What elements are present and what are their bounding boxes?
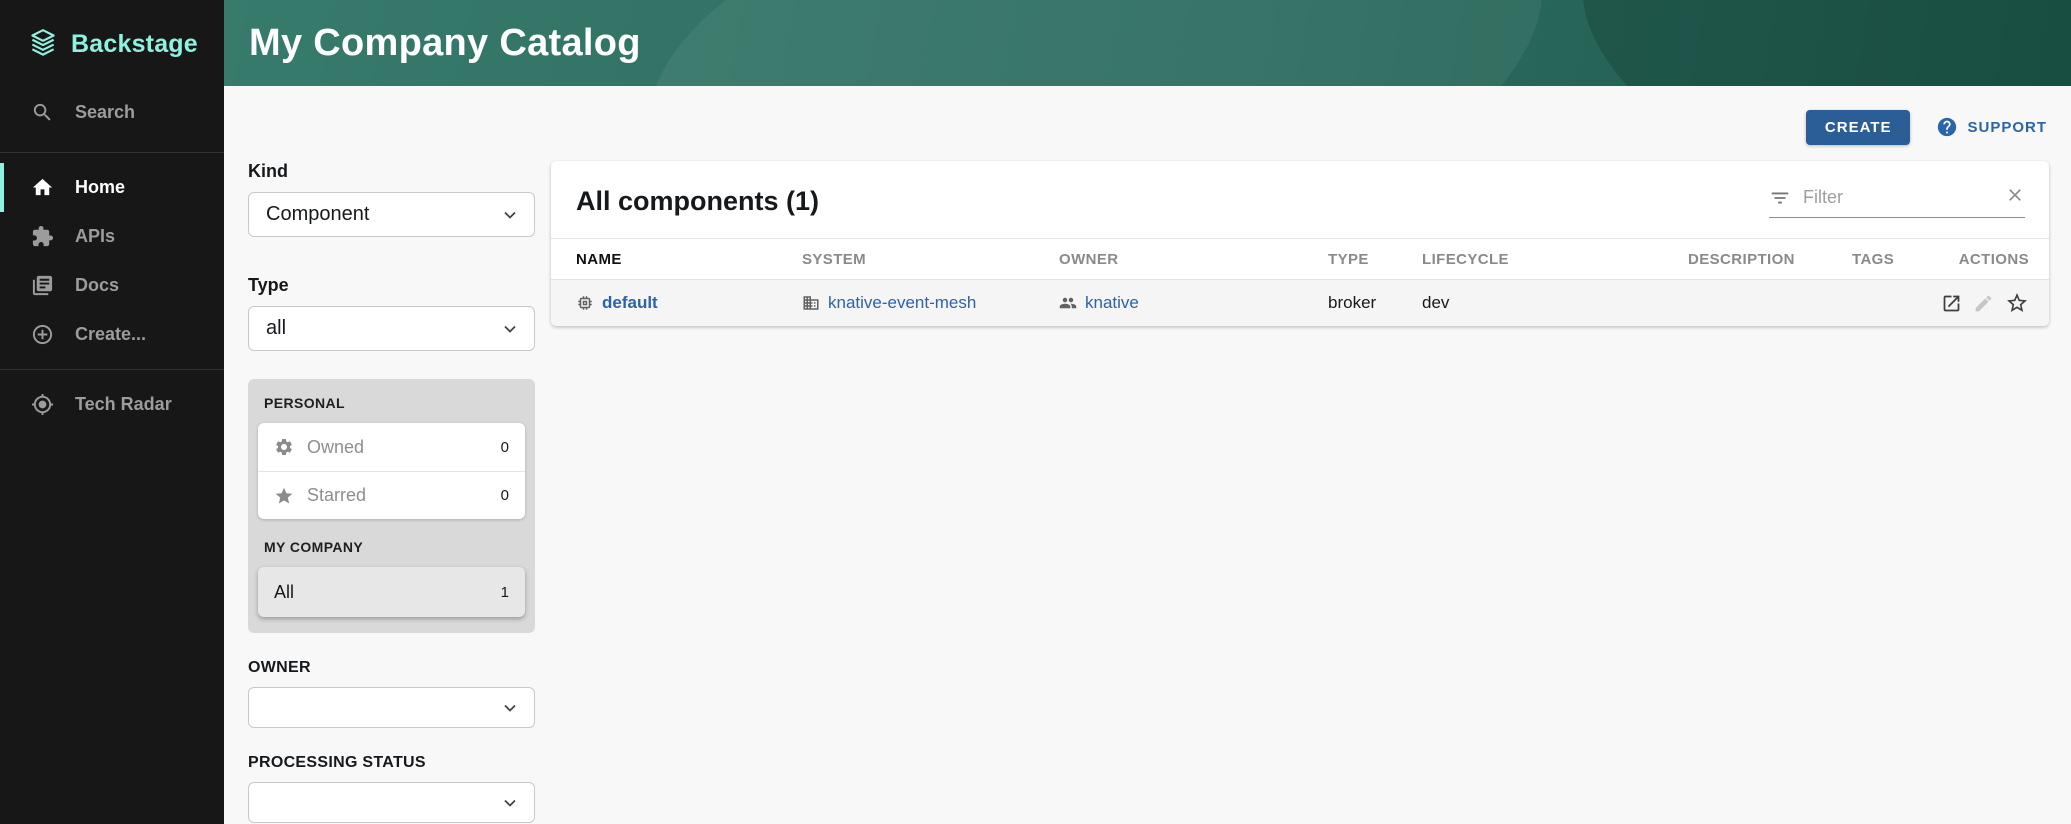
all-filter-item[interactable]: All 1 — [258, 567, 525, 617]
company-section-title: MY COMPANY — [264, 539, 519, 555]
owner-link[interactable]: knative — [1085, 293, 1139, 313]
toolbar: CREATE SUPPORT — [224, 86, 2071, 143]
sidebar-divider — [0, 152, 224, 153]
sidebar-item-tech-radar[interactable]: Tech Radar — [0, 380, 224, 429]
actions-cell — [1941, 291, 2049, 315]
sidebar-item-docs[interactable]: Docs — [0, 261, 224, 310]
kind-filter-label: Kind — [248, 161, 535, 182]
star-icon — [274, 486, 294, 506]
open-in-new-icon — [1941, 293, 1962, 314]
target-icon — [31, 393, 54, 416]
table-filter-field — [1769, 185, 2025, 218]
building-icon — [802, 294, 820, 312]
page-title: My Company Catalog — [224, 0, 2071, 86]
search-icon — [31, 101, 54, 124]
owner-select[interactable] — [248, 687, 535, 728]
star-button[interactable] — [2005, 291, 2029, 315]
backstage-logo-icon — [26, 27, 60, 61]
personal-picker-card: Owned 0 Starred 0 — [258, 423, 525, 519]
puzzle-icon — [31, 225, 54, 248]
sidebar-item-label: Home — [75, 177, 125, 198]
column-header-system[interactable]: SYSTEM — [802, 251, 1059, 268]
all-filter-count: 1 — [501, 584, 509, 601]
brand-name: Backstage — [71, 30, 198, 59]
sidebar-item-create[interactable]: Create... — [0, 310, 224, 359]
home-icon — [31, 176, 54, 199]
column-header-tags[interactable]: TAGS — [1852, 251, 1941, 268]
column-header-description[interactable]: DESCRIPTION — [1688, 251, 1852, 268]
starred-filter-item[interactable]: Starred 0 — [258, 471, 525, 519]
column-header-lifecycle[interactable]: LIFECYCLE — [1422, 251, 1688, 268]
sidebar-item-label: Docs — [75, 275, 119, 296]
type-select[interactable]: all — [248, 306, 535, 351]
page-header: My Company Catalog — [224, 0, 2071, 86]
close-icon — [2005, 185, 2025, 205]
create-button[interactable]: CREATE — [1806, 110, 1911, 145]
type-filter-label: Type — [248, 275, 535, 296]
table-column-headers: NAME SYSTEM OWNER TYPE LIFECYCLE DESCRIP… — [551, 238, 2049, 280]
sidebar-item-label: Search — [75, 102, 135, 123]
components-table-card: All components (1) NAME SYSTEM OWNER — [551, 161, 2049, 326]
owned-filter-item[interactable]: Owned 0 — [258, 423, 525, 471]
help-icon — [1936, 116, 1958, 138]
personal-section-title: PERSONAL — [264, 395, 519, 411]
clear-filter-button[interactable] — [2005, 185, 2025, 210]
column-header-owner[interactable]: OWNER — [1059, 251, 1328, 268]
sidebar-item-search[interactable]: Search — [0, 88, 224, 137]
owned-filter-label: Owned — [307, 437, 488, 458]
sidebar-item-label: APIs — [75, 226, 115, 247]
type-select-value: all — [266, 317, 286, 340]
starred-filter-count: 0 — [501, 487, 509, 504]
filter-list-icon — [1769, 187, 1791, 209]
table-row: default knative-event-mesh knative broke… — [551, 280, 2049, 326]
sidebar-divider — [0, 369, 224, 370]
star-outline-icon — [2005, 291, 2029, 315]
sidebar-item-home[interactable]: Home — [0, 163, 224, 212]
type-cell: broker — [1328, 293, 1422, 313]
entity-name-link[interactable]: default — [602, 293, 658, 313]
support-label: SUPPORT — [1967, 119, 2047, 136]
edit-button[interactable] — [1973, 293, 1994, 314]
lifecycle-cell: dev — [1422, 293, 1688, 313]
edit-icon — [1973, 293, 1994, 314]
column-header-type[interactable]: TYPE — [1328, 251, 1422, 268]
processing-status-select[interactable] — [248, 782, 535, 823]
column-header-name[interactable]: NAME — [551, 251, 802, 268]
sidebar-item-label: Create... — [75, 324, 146, 345]
chevron-down-icon — [500, 205, 520, 225]
filter-column: Kind Component Type all PERSONAL — [248, 147, 535, 823]
main-area: My Company Catalog CREATE SUPPORT Kind C… — [224, 0, 2071, 824]
table-filter-input[interactable] — [1801, 186, 1995, 209]
docs-icon — [31, 274, 54, 297]
system-link[interactable]: knative-event-mesh — [828, 293, 976, 313]
backstage-app: Backstage Search Home APIs Docs Create..… — [0, 0, 2071, 824]
content: CREATE SUPPORT Kind Component Type a — [224, 86, 2071, 824]
sidebar-logo[interactable]: Backstage — [0, 0, 224, 88]
table-title: All components (1) — [576, 186, 819, 217]
group-icon — [1059, 294, 1077, 312]
column-header-actions: ACTIONS — [1941, 251, 2049, 268]
support-button[interactable]: SUPPORT — [1936, 116, 2047, 138]
table-header-bar: All components (1) — [551, 161, 2049, 238]
owned-filter-count: 0 — [501, 439, 509, 456]
entity-owner-picker: PERSONAL Owned 0 Starred 0 — [248, 379, 535, 633]
owner-filter-label: OWNER — [248, 659, 535, 677]
company-picker-card: All 1 — [258, 567, 525, 617]
chip-icon — [576, 294, 594, 312]
gear-icon — [274, 437, 294, 457]
chevron-down-icon — [500, 793, 520, 813]
kind-select-value: Component — [266, 203, 369, 226]
chevron-down-icon — [500, 319, 520, 339]
sidebar-item-label: Tech Radar — [75, 394, 172, 415]
starred-filter-label: Starred — [307, 485, 488, 506]
chevron-down-icon — [500, 698, 520, 718]
plus-circle-icon — [31, 323, 54, 346]
processing-status-filter-label: PROCESSING STATUS — [248, 754, 535, 772]
view-button[interactable] — [1941, 293, 1962, 314]
catalog-body: Kind Component Type all PERSONAL — [224, 143, 2071, 823]
sidebar-item-apis[interactable]: APIs — [0, 212, 224, 261]
sidebar: Backstage Search Home APIs Docs Create..… — [0, 0, 224, 824]
kind-select[interactable]: Component — [248, 192, 535, 237]
all-filter-label: All — [274, 582, 488, 603]
